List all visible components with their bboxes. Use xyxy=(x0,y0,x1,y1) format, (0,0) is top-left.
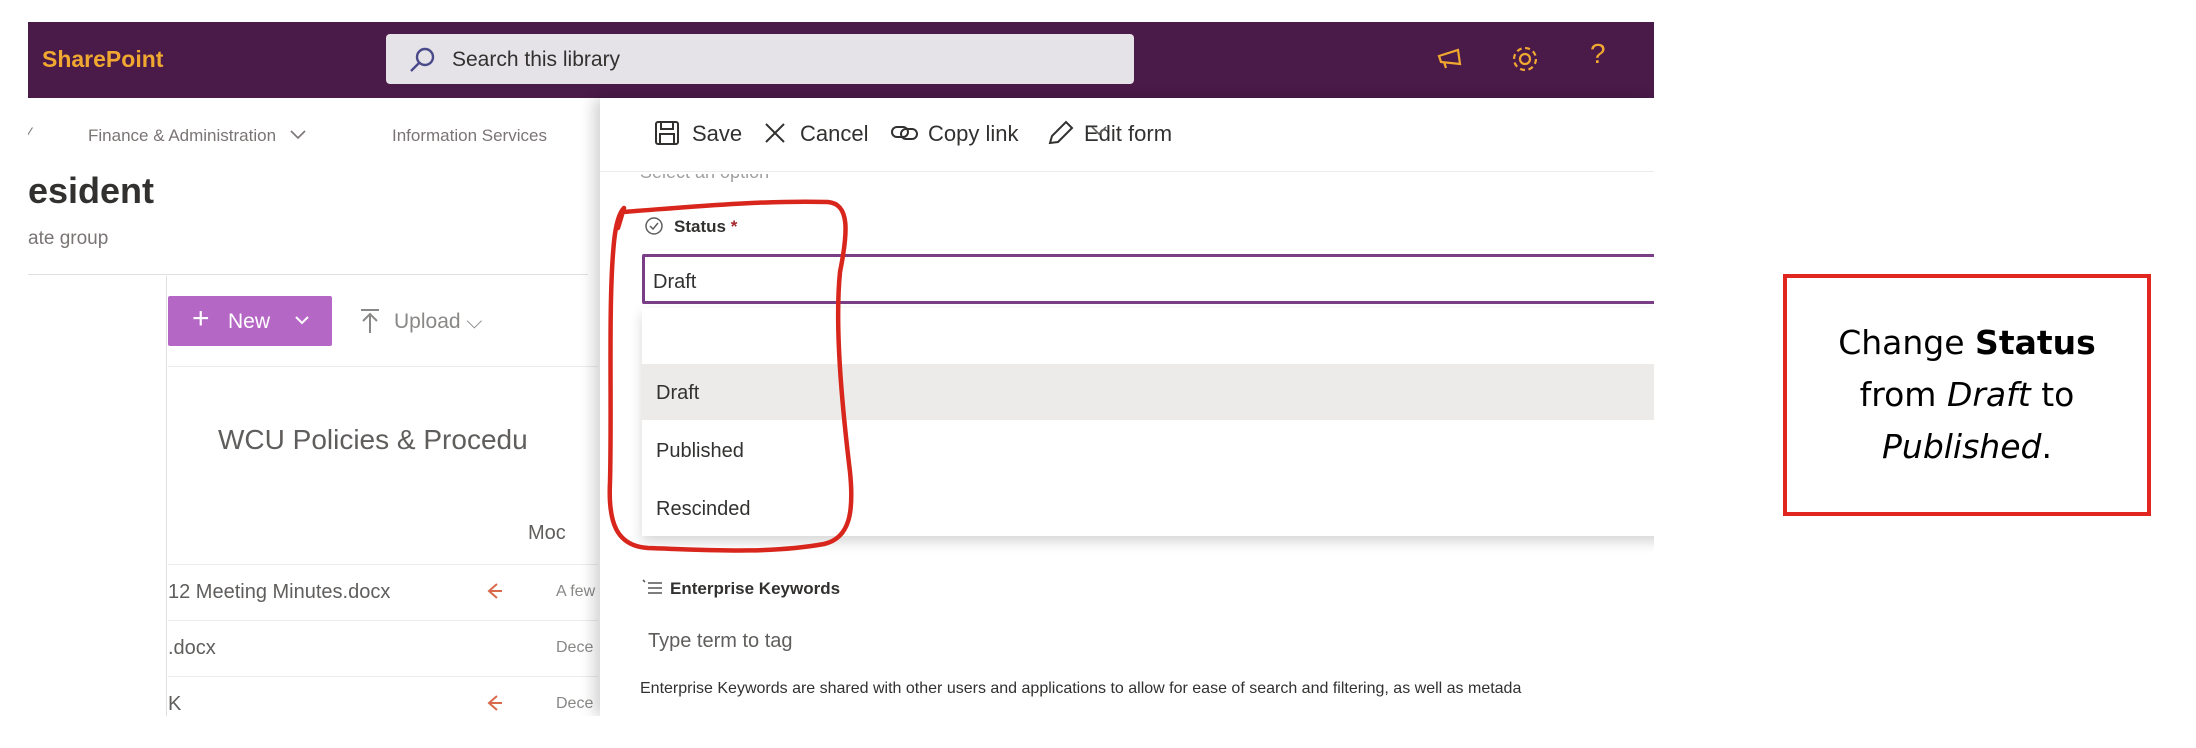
table-row[interactable]: K Dece xyxy=(168,676,598,716)
site-subtitle: ate group xyxy=(28,228,109,249)
file-name[interactable]: K xyxy=(168,693,181,716)
pencil-icon xyxy=(1048,120,1074,145)
upload-icon xyxy=(361,309,379,333)
copy-link-label: Copy link xyxy=(928,121,1019,146)
file-modified: Dece xyxy=(556,639,594,656)
search-placeholder: Search this library xyxy=(452,48,621,71)
shared-icon xyxy=(487,583,502,599)
search-icon xyxy=(410,47,435,72)
app-brand[interactable]: SharePoint xyxy=(42,46,163,73)
library-title: WCU Policies & Procedu xyxy=(218,424,528,455)
red-highlight-scribble xyxy=(607,199,854,553)
table-row[interactable]: .docx Dece xyxy=(168,620,598,676)
upload-label: Upload ⌵ xyxy=(394,310,483,333)
header-divider xyxy=(28,274,588,275)
help-icon[interactable]: ? xyxy=(1590,38,1606,70)
save-icon xyxy=(655,121,679,145)
nav-divider xyxy=(166,276,167,716)
chevron-down-icon: ⌵ xyxy=(466,310,483,333)
file-name[interactable]: .docx xyxy=(168,637,216,660)
gear-icon[interactable] xyxy=(1508,42,1542,76)
column-header-modified[interactable]: Moc xyxy=(528,522,566,545)
copy-link-button[interactable]: Copy link xyxy=(890,116,1040,150)
nav-link-information-services[interactable]: Information Services xyxy=(392,126,547,146)
search-box[interactable]: Search this library xyxy=(386,34,1134,84)
chevron-down-icon xyxy=(1091,126,1107,136)
command-bar-divider xyxy=(168,366,598,367)
nav-link-finance[interactable]: Finance & Administration xyxy=(88,126,307,146)
instruction-callout: Change Status from Draft to Published. xyxy=(1783,274,2151,516)
library-command-bar: + New Upload ⌵ xyxy=(168,296,598,346)
link-icon xyxy=(891,126,918,140)
nav-chevron: ⁄ xyxy=(28,124,31,143)
plus-icon: + xyxy=(192,302,210,335)
edit-form-button[interactable]: Edit form xyxy=(1046,116,1226,150)
panel-toolbar: Save Cancel Copy link Edit form xyxy=(600,98,1654,172)
save-label: Save xyxy=(692,121,743,146)
enterprise-keywords-input[interactable]: Type term to tag xyxy=(648,630,793,653)
close-icon xyxy=(765,123,785,143)
new-button[interactable]: + New xyxy=(168,296,332,346)
cancel-label: Cancel xyxy=(800,121,869,146)
site-title: esident xyxy=(28,170,155,211)
shared-icon xyxy=(487,695,502,711)
chevron-down-icon xyxy=(290,130,306,140)
cancel-button[interactable]: Cancel xyxy=(762,116,882,150)
enterprise-keywords-help: Enterprise Keywords are shared with othe… xyxy=(640,680,1522,697)
file-modified: Dece xyxy=(556,695,594,712)
file-name[interactable]: 12 Meeting Minutes.docx xyxy=(168,581,390,604)
save-button[interactable]: Save xyxy=(654,116,754,150)
table-row[interactable]: 12 Meeting Minutes.docx A few xyxy=(168,564,598,620)
sharepoint-screenshot: SharePoint Search this library ? ⁄ Finan… xyxy=(28,22,1654,716)
suite-bar: SharePoint Search this library ? xyxy=(28,22,1654,98)
new-button-label: New xyxy=(228,310,271,333)
megaphone-icon[interactable] xyxy=(1434,42,1468,76)
instruction-text: Change Status from Draft to Published. xyxy=(1838,323,2096,466)
edit-form-label: Edit form xyxy=(1084,121,1173,146)
chevron-down-icon xyxy=(295,316,309,325)
